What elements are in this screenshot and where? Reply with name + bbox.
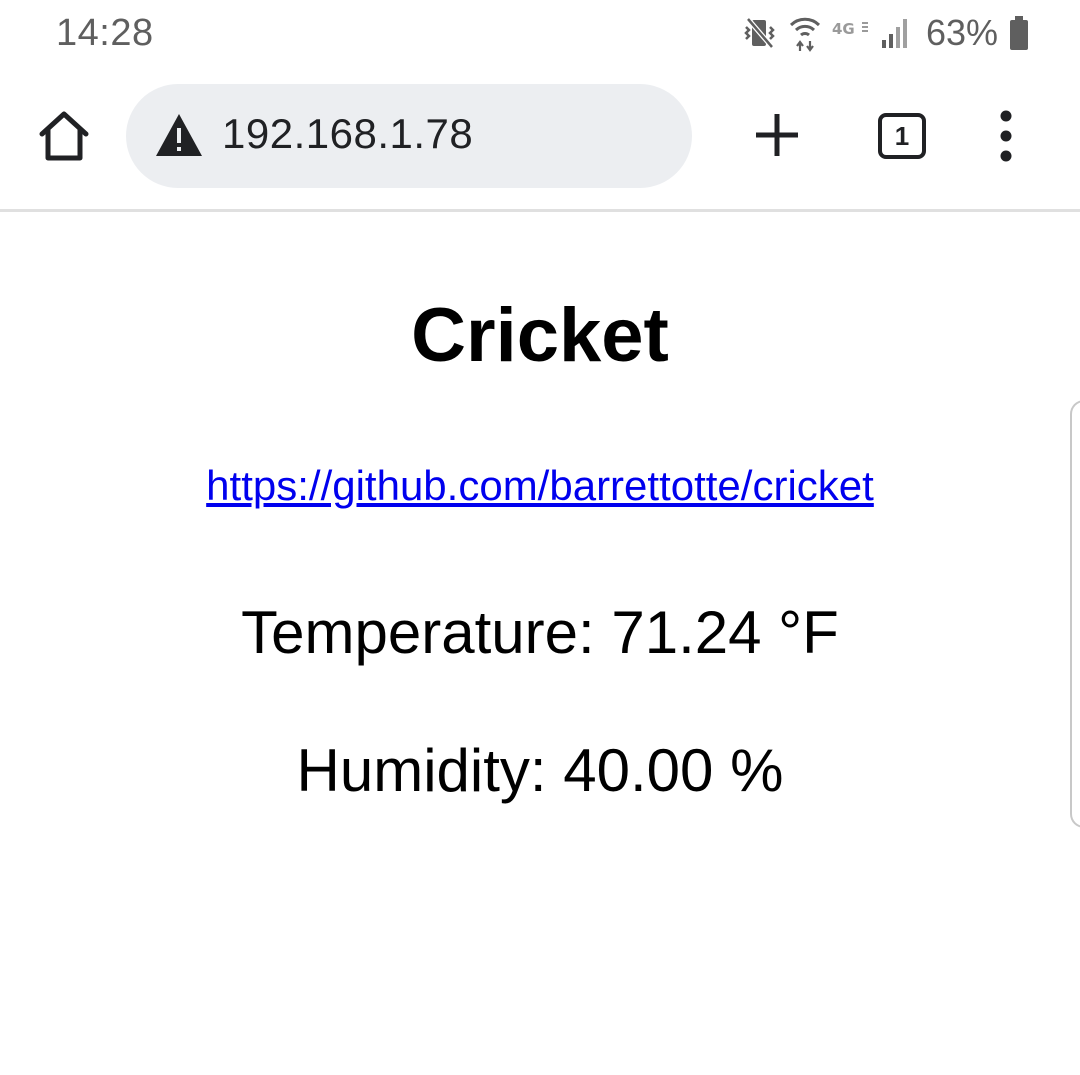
tab-switcher-button[interactable]: 1 [878,113,926,159]
battery-icon [1010,16,1028,50]
menu-button[interactable] [988,106,1024,166]
browser-toolbar: 192.168.1.78 1 [0,66,1080,211]
signal-icon [881,19,907,48]
warning-icon[interactable] [154,112,204,158]
wifi-icon [789,17,820,52]
battery-percent: 63% [925,12,998,53]
lte-icon: 4G [832,20,868,38]
new-tab-button[interactable] [748,106,806,164]
humidity-reading: Humidity: 40.00 % [296,737,784,804]
svg-text:4G: 4G [832,20,855,38]
status-time: 14:28 [56,12,154,54]
url-text[interactable]: 192.168.1.78 [222,110,473,158]
page-title: Cricket [411,293,669,378]
home-button[interactable] [36,108,92,164]
tab-count: 1 [894,120,910,151]
repo-link-row: https://github.com/barrettotte/cricket [0,462,1080,510]
address-bar[interactable]: 192.168.1.78 [126,84,692,188]
temperature-reading: Temperature: 71.24 °F [241,599,839,666]
status-bar: 14:28 4G 63% [0,0,1080,66]
status-icons: 4G 63% [742,10,1030,56]
home-icon [39,111,89,161]
plus-icon [756,114,798,156]
mute-vibrate-icon [744,17,775,49]
edge-panel-handle[interactable] [1070,400,1080,828]
page-content: Cricket https://github.com/barrettotte/c… [0,212,1080,1075]
github-link[interactable]: https://github.com/barrettotte/cricket [206,462,874,509]
menu-dots-icon [1000,110,1012,162]
